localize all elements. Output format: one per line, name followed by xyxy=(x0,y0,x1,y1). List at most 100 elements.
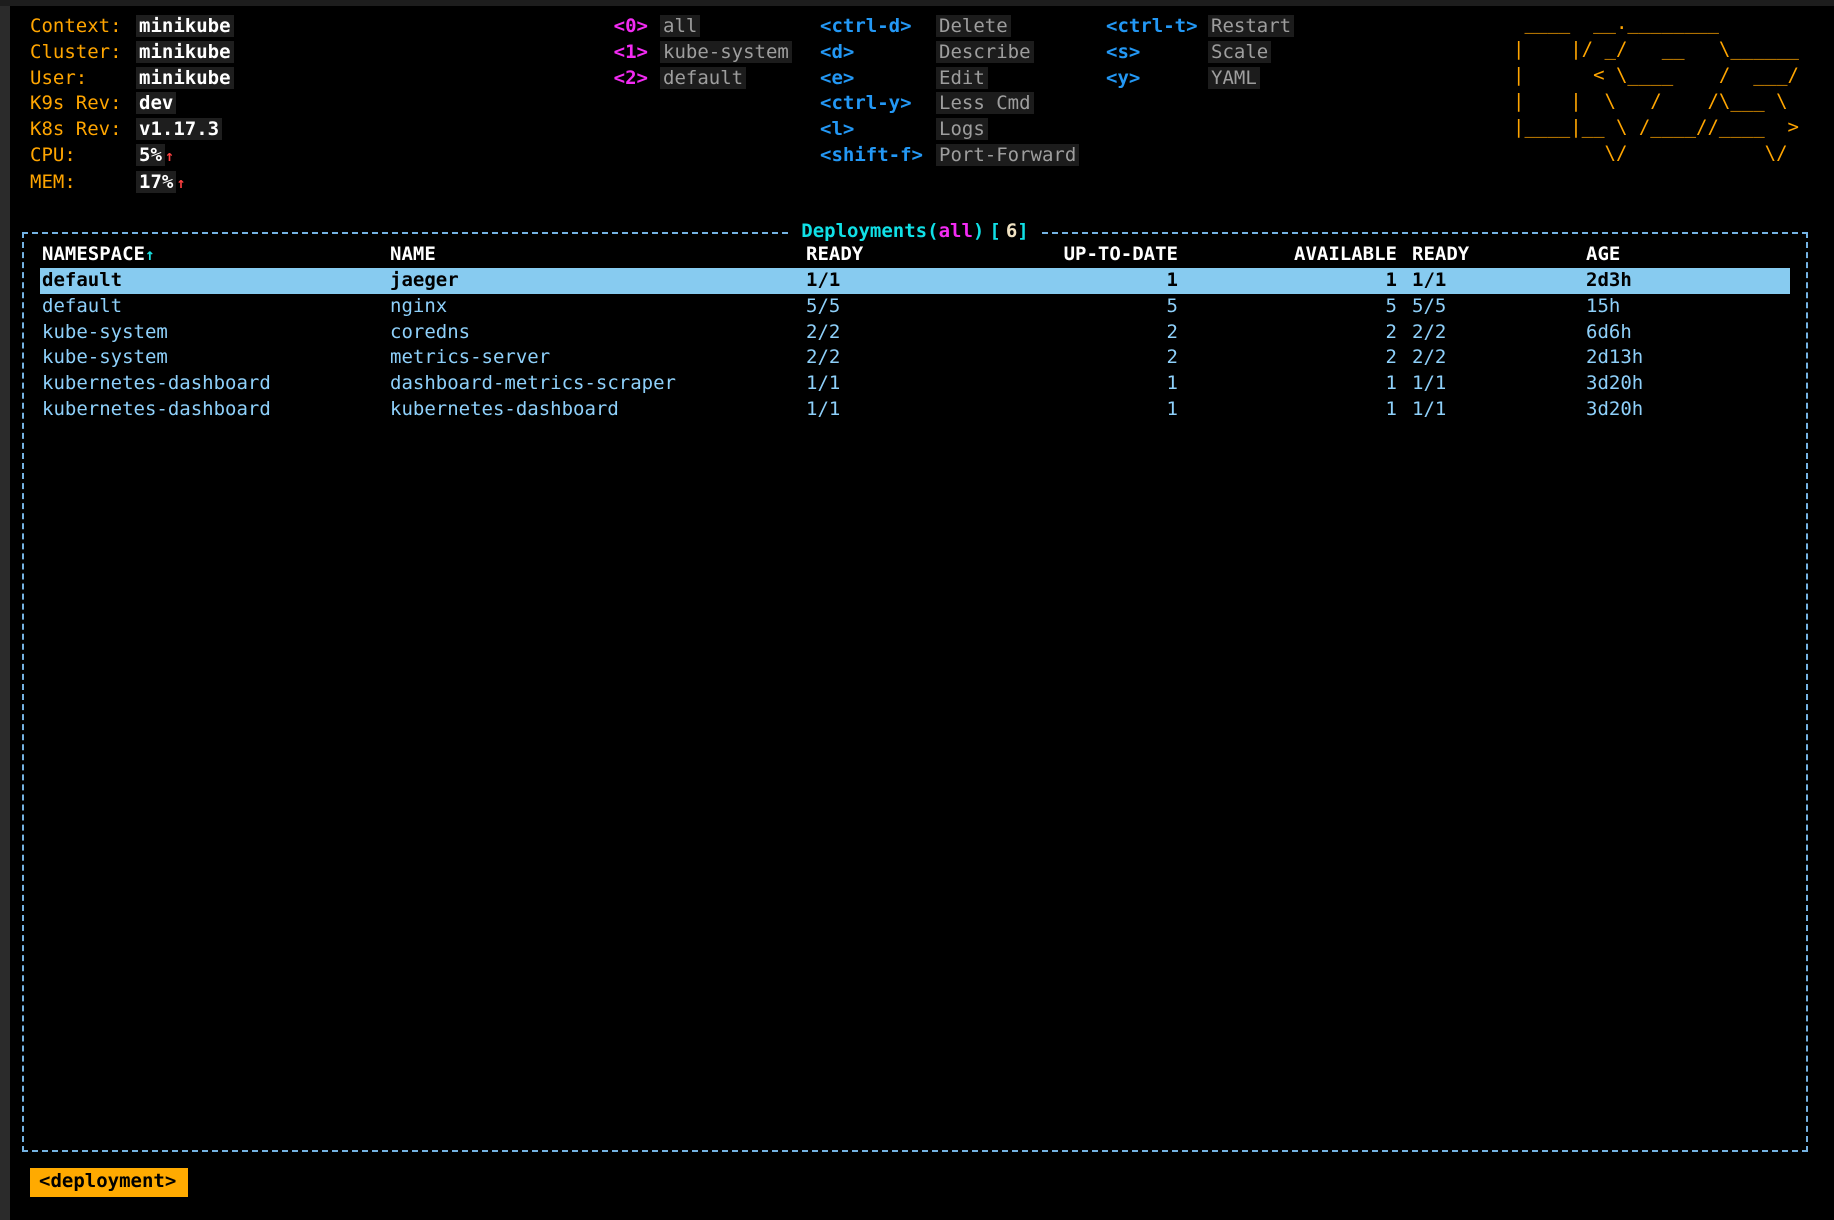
header-ready[interactable]: READY xyxy=(806,242,863,268)
row-ready: 5/5 xyxy=(806,294,840,320)
hotkey-port-forward: <shift-f>Port-Forward xyxy=(820,143,1079,169)
row-ready: 1/1 xyxy=(806,371,840,397)
header-age[interactable]: AGE xyxy=(1586,242,1620,268)
row-age: 3d20h xyxy=(1586,371,1643,397)
hotkey-yaml: <y> YAML xyxy=(1106,66,1294,92)
hotkey-scale: <s>Scale xyxy=(1106,40,1294,66)
row-up-to-date: 1 xyxy=(978,268,1178,294)
hotkey-describe-label: Describe xyxy=(936,41,1034,63)
namespace-hotkeys-panel: <0>all <1>kube-system <2>default xyxy=(608,14,792,91)
hotkey-2-key: <2> xyxy=(608,66,648,92)
hotkey-logs: <l>Logs xyxy=(820,117,1079,143)
header-namespace[interactable]: NAMESPACE↑ xyxy=(42,242,155,268)
row-age: 2d3h xyxy=(1586,268,1632,294)
hotkey-less-cmd-key: <ctrl-y> xyxy=(820,91,926,117)
hotkey-yaml-label: YAML xyxy=(1208,67,1260,89)
logo-line: | | \ / /\___ \ xyxy=(1513,88,1799,114)
row-name: kubernetes-dashboard xyxy=(390,397,619,423)
command-hotkeys-col1: <ctrl-d> Delete <d>Describe <e>Edit <ctrl… xyxy=(820,14,1079,169)
hotkey-restart-key: <ctrl-t> xyxy=(1106,14,1198,40)
header-ready-2[interactable]: READY xyxy=(1412,242,1469,268)
row-ready-2: 1/1 xyxy=(1412,397,1446,423)
deployments-table: Deployments(all)[6] NAMESPACE↑ NAME READ… xyxy=(22,232,1808,1152)
row-available: 1 xyxy=(1197,268,1397,294)
row-age: 3d20h xyxy=(1586,397,1643,423)
table-title-paren-open: ( xyxy=(927,220,938,242)
hotkey-edit: <e>Edit xyxy=(820,66,1079,92)
row-namespace: default xyxy=(42,294,122,320)
hotkey-scale-label: Scale xyxy=(1208,41,1271,63)
table-title-scope: all xyxy=(939,220,973,242)
table-row-kubernetes-dashboard[interactable]: kubernetes-dashboard kubernetes-dashboar… xyxy=(40,397,1790,423)
mem-row: MEM:17%↑ xyxy=(30,170,234,197)
row-available: 5 xyxy=(1197,294,1397,320)
k9s-rev-value: dev xyxy=(136,92,176,114)
table-title-bracket-open: [ xyxy=(989,220,1000,242)
table-row-metrics-server[interactable]: kube-system metrics-server 2/2 2 2 2/2 2… xyxy=(40,345,1790,371)
row-name: dashboard-metrics-scraper xyxy=(390,371,676,397)
row-namespace: kube-system xyxy=(42,345,168,371)
row-ready: 1/1 xyxy=(806,397,840,423)
table-title-count: 6 xyxy=(1006,220,1017,242)
table-row-dashboard-metrics-scraper[interactable]: kubernetes-dashboard dashboard-metrics-s… xyxy=(40,371,1790,397)
hotkey-0-key: <0> xyxy=(608,14,648,40)
command-hotkeys-col2: <ctrl-t> Restart <s>Scale <y> YAML xyxy=(1106,14,1294,91)
k8s-rev-label: K8s Rev: xyxy=(30,117,136,143)
mem-up-arrow-icon: ↑ xyxy=(176,174,185,192)
mem-value: 17% xyxy=(136,171,176,193)
hotkey-restart-label: Restart xyxy=(1208,15,1294,37)
table-row-coredns[interactable]: kube-system coredns 2/2 2 2 2/2 6d6h xyxy=(40,320,1790,346)
table-title-resource: Deployments xyxy=(801,220,927,242)
row-name: nginx xyxy=(390,294,447,320)
hotkey-yaml-key: <y> xyxy=(1106,66,1198,92)
logo-line: | |/ _/ __ \______ xyxy=(1513,36,1799,62)
row-name: coredns xyxy=(390,320,470,346)
window-edge-left xyxy=(0,0,10,1220)
row-namespace: kube-system xyxy=(42,320,168,346)
user-value: minikube xyxy=(136,67,234,89)
row-ready-2: 5/5 xyxy=(1412,294,1446,320)
k9s-logo: ____ __.________ | |/ _/ __ \______ | < … xyxy=(1513,10,1799,166)
row-ready-2: 2/2 xyxy=(1412,345,1446,371)
hotkey-less-cmd-label: Less Cmd xyxy=(936,92,1034,114)
row-namespace: default xyxy=(42,268,122,294)
k9s-rev-label: K9s Rev: xyxy=(30,91,136,117)
logo-line: \/ \/ xyxy=(1513,140,1799,166)
logo-line: |____|__ \ /____//____ > xyxy=(1513,114,1799,140)
hotkey-delete-key: <ctrl-d> xyxy=(820,14,926,40)
hotkey-restart: <ctrl-t> Restart xyxy=(1106,14,1294,40)
resource-crumb-badge: <deployment> xyxy=(30,1168,188,1197)
row-age: 2d13h xyxy=(1586,345,1643,371)
k8s-rev-row: K8s Rev:v1.17.3 xyxy=(30,117,234,143)
row-up-to-date: 2 xyxy=(978,320,1178,346)
header-available[interactable]: AVAILABLE xyxy=(1197,242,1397,268)
hotkey-delete: <ctrl-d> Delete xyxy=(820,14,1079,40)
row-up-to-date: 5 xyxy=(978,294,1178,320)
row-ready-2: 1/1 xyxy=(1412,268,1446,294)
row-ready-2: 1/1 xyxy=(1412,371,1446,397)
header-namespace-label: NAMESPACE xyxy=(42,243,145,265)
cpu-value: 5% xyxy=(136,144,165,166)
context-label: Context: xyxy=(30,14,136,40)
table-row-jaeger[interactable]: default jaeger 1/1 1 1 1/1 2d3h xyxy=(40,268,1790,294)
hotkey-describe: <d>Describe xyxy=(820,40,1079,66)
table-row-nginx[interactable]: default nginx 5/5 5 5 5/5 15h xyxy=(40,294,1790,320)
hotkey-less-cmd: <ctrl-y> Less Cmd xyxy=(820,91,1079,117)
hotkey-0-label: all xyxy=(660,15,700,37)
row-age: 15h xyxy=(1586,294,1620,320)
hotkey-1-key: <1> xyxy=(608,40,648,66)
row-ready-2: 2/2 xyxy=(1412,320,1446,346)
row-available: 2 xyxy=(1197,320,1397,346)
cpu-up-arrow-icon: ↑ xyxy=(165,147,174,165)
row-up-to-date: 1 xyxy=(978,371,1178,397)
logo-line: | < \____ / ___/ xyxy=(1513,62,1799,88)
row-name: metrics-server xyxy=(390,345,550,371)
table-title: Deployments(all)[6] xyxy=(791,219,1038,245)
k9s-terminal: Context:minikube Cluster:minikube User:m… xyxy=(10,6,1834,1220)
context-value: minikube xyxy=(136,15,234,37)
header-up-to-date[interactable]: UP-TO-DATE xyxy=(978,242,1178,268)
hotkey-delete-label: Delete xyxy=(936,15,1011,37)
hotkey-namespace-kube-system: <1>kube-system xyxy=(608,40,792,66)
row-available: 2 xyxy=(1197,345,1397,371)
header-name[interactable]: NAME xyxy=(390,242,436,268)
